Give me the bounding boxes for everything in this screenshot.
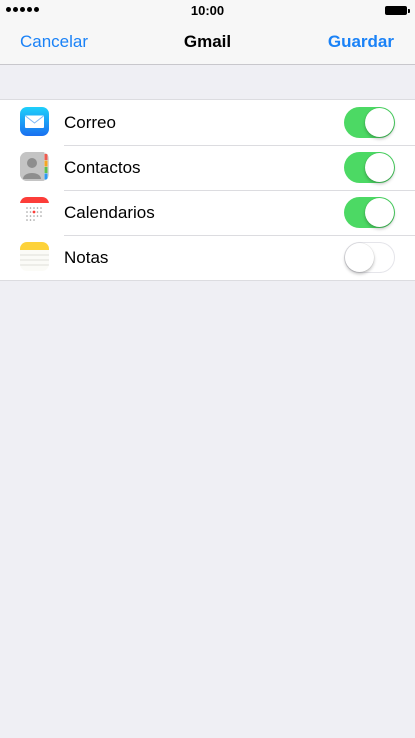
notes-icon bbox=[20, 242, 49, 271]
contacts-toggle[interactable] bbox=[344, 152, 395, 183]
save-button[interactable]: Guardar bbox=[328, 32, 394, 52]
list-item-notes: Notas bbox=[0, 235, 415, 280]
calendar-icon bbox=[20, 197, 49, 226]
contacts-icon bbox=[20, 152, 49, 181]
status-time: 10:00 bbox=[190, 3, 225, 18]
mail-label: Correo bbox=[64, 113, 116, 132]
navigation-bar: Cancelar Gmail Guardar bbox=[0, 20, 415, 65]
contacts-label: Contactos bbox=[64, 158, 141, 177]
calendars-toggle[interactable] bbox=[344, 197, 395, 228]
list-item-calendars: Calendarios bbox=[0, 190, 415, 235]
battery-icon bbox=[385, 6, 410, 15]
status-bar: 10:00 bbox=[0, 0, 415, 20]
notes-toggle[interactable] bbox=[344, 242, 395, 273]
mail-toggle[interactable] bbox=[344, 107, 395, 138]
services-list: Correo Contactos Calendarios Notas bbox=[0, 99, 415, 281]
mail-icon bbox=[20, 107, 49, 136]
notes-label: Notas bbox=[64, 248, 109, 267]
list-item-contacts: Contactos bbox=[0, 145, 415, 190]
calendars-label: Calendarios bbox=[64, 203, 155, 222]
list-item-mail: Correo bbox=[0, 100, 415, 145]
